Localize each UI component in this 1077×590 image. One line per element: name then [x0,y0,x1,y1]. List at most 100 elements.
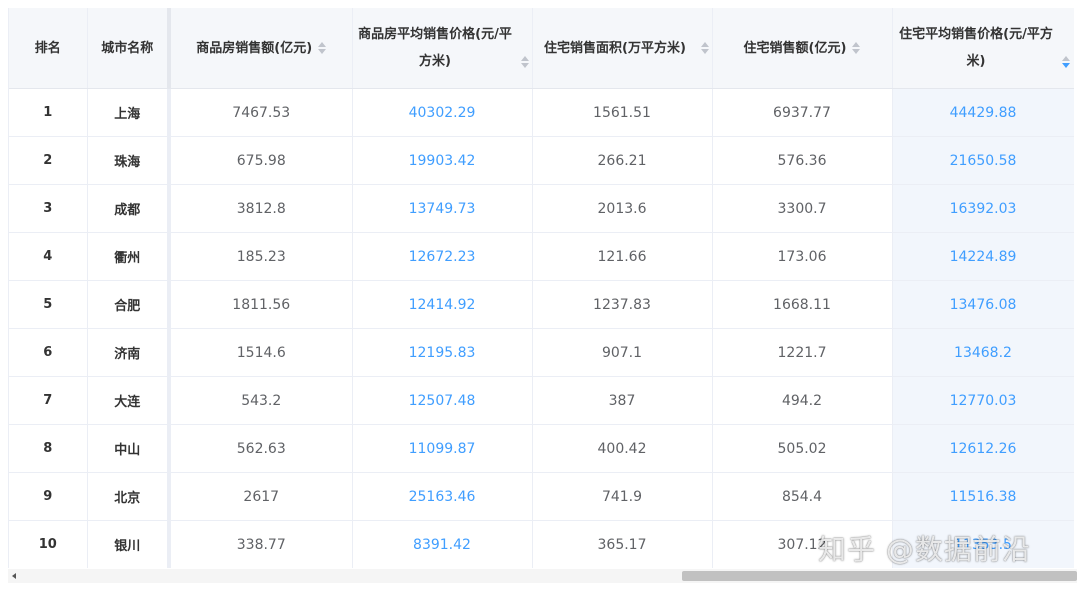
cell-commercial-avg-price[interactable]: 12672.23 [352,232,533,281]
table-row[interactable]: 3 成都 3812.8 13749.73 2013.6 3300.7 16392.03 [9,184,1074,233]
cell-commercial-sales: 2617 [169,472,353,521]
cell-residential-avg-price[interactable]: 21650.58 [892,136,1074,185]
cell-commercial-sales: 185.23 [169,232,353,281]
cell-commercial-sales: 562.63 [169,424,353,473]
cell-commercial-sales: 1514.6 [169,328,353,377]
header-label: 住宅销售额(亿元) [743,40,847,56]
cell-city: 合肥 [87,280,171,329]
header-commercial-avg-price[interactable]: 商品房平均销售价格(元/平方米) [352,8,533,89]
cell-commercial-avg-price[interactable]: 8391.42 [352,520,533,568]
header-label: 住宅销售面积(万平方米) [544,40,686,56]
header-label: 商品房平均销售价格(元/平方米) [358,27,512,69]
table-row[interactable]: 8 中山 562.63 11099.87 400.42 505.02 12612.26 [9,424,1074,473]
cell-residential-avg-price[interactable]: 16392.03 [892,184,1074,233]
cell-rank: 3 [9,184,88,233]
cell-rank: 6 [9,328,88,377]
watermark: 知乎 @数据前沿 [818,533,1031,566]
table-row[interactable]: 1 上海 7467.53 40302.29 1561.51 6937.77 44429.88 [9,88,1074,137]
cell-commercial-sales: 543.2 [169,376,353,425]
cell-residential-area: 387 [532,376,713,425]
cell-residential-area: 1561.51 [532,88,713,137]
table-row[interactable]: 9 北京 2617 25163.46 741.9 854.4 11516.38 [9,472,1074,521]
cell-residential-sales: 173.06 [712,232,893,281]
cell-residential-avg-price[interactable]: 44429.88 [892,88,1074,137]
sort-caret-icon[interactable] [1062,55,1070,68]
cell-residential-area: 2013.6 [532,184,713,233]
table-row[interactable]: 2 珠海 675.98 19903.42 266.21 576.36 21650.58 [9,136,1074,185]
cell-residential-avg-price[interactable]: 13476.08 [892,280,1074,329]
header-residential-avg-price[interactable]: 住宅平均销售价格(元/平方米) [892,8,1074,89]
cell-residential-avg-price[interactable]: 13468.2 [892,328,1074,377]
cell-rank: 4 [9,232,88,281]
cell-residential-sales: 505.02 [712,424,893,473]
cell-commercial-avg-price[interactable]: 12195.83 [352,328,533,377]
cell-rank: 8 [9,424,88,473]
cell-rank: 7 [9,376,88,425]
scrollbar-thumb[interactable] [682,571,1077,581]
cell-residential-avg-price[interactable]: 11516.38 [892,472,1074,521]
cell-residential-sales: 1221.7 [712,328,893,377]
table-header-row: 排名 城市名称 商品房销售额(亿元) 商品房平均销售价格(元/平方米) 住宅销售… [9,8,1074,89]
cell-commercial-sales: 675.98 [169,136,353,185]
header-residential-area[interactable]: 住宅销售面积(万平方米) [532,8,713,89]
header-city: 城市名称 [87,8,171,89]
cell-commercial-avg-price[interactable]: 12507.48 [352,376,533,425]
cell-commercial-avg-price[interactable]: 12414.92 [352,280,533,329]
sort-caret-icon[interactable] [318,42,327,54]
header-label: 住宅平均销售价格(元/平方米) [899,27,1053,69]
cell-residential-sales: 576.36 [712,136,893,185]
cell-residential-area: 400.42 [532,424,713,473]
cell-city: 成都 [87,184,171,233]
cell-commercial-avg-price[interactable]: 13749.73 [352,184,533,233]
cell-city: 大连 [87,376,171,425]
table-row[interactable]: 5 合肥 1811.56 12414.92 1237.83 1668.11 13476.08 [9,280,1074,329]
cell-commercial-sales: 3812.8 [169,184,353,233]
table-body: 1 上海 7467.53 40302.29 1561.51 6937.77 44429.88… [9,88,1074,568]
scroll-left-arrow-icon[interactable] [12,573,16,579]
cell-rank: 1 [9,88,88,137]
cell-residential-sales: 6937.77 [712,88,893,137]
sort-caret-icon[interactable] [701,42,709,54]
cell-city: 银川 [87,520,171,568]
cell-residential-area: 1237.83 [532,280,713,329]
table-row[interactable]: 6 济南 1514.6 12195.83 907.1 1221.7 13468.2 [9,328,1074,377]
table-row[interactable]: 4 衢州 185.23 12672.23 121.66 173.06 14224.89 [9,232,1074,281]
cell-residential-sales: 494.2 [712,376,893,425]
cell-rank: 2 [9,136,88,185]
header-label: 城市名称 [101,40,154,56]
cell-residential-avg-price[interactable]: 12612.26 [892,424,1074,473]
table-row[interactable]: 7 大连 543.2 12507.48 387 494.2 12770.03 [9,376,1074,425]
city-price-table: 排名 城市名称 商品房销售额(亿元) 商品房平均销售价格(元/平方米) 住宅销售… [9,8,1074,568]
cell-city: 上海 [87,88,171,137]
header-rank: 排名 [9,8,88,89]
cell-rank: 10 [9,520,88,568]
cell-commercial-avg-price[interactable]: 11099.87 [352,424,533,473]
cell-city: 北京 [87,472,171,521]
header-residential-sales[interactable]: 住宅销售额(亿元) [712,8,893,89]
cell-commercial-sales: 338.77 [169,520,353,568]
data-table-container: 排名 城市名称 商品房销售额(亿元) 商品房平均销售价格(元/平方米) 住宅销售… [8,8,1074,568]
header-label: 商品房销售额(亿元) [196,40,313,56]
cell-residential-sales: 3300.7 [712,184,893,233]
header-commercial-sales[interactable]: 商品房销售额(亿元) [169,8,353,89]
cell-residential-area: 266.21 [532,136,713,185]
cell-residential-area: 365.17 [532,520,713,568]
cell-city: 中山 [87,424,171,473]
cell-residential-area: 907.1 [532,328,713,377]
cell-commercial-avg-price[interactable]: 19903.42 [352,136,533,185]
sort-caret-icon[interactable] [521,55,529,68]
cell-rank: 9 [9,472,88,521]
cell-commercial-avg-price[interactable]: 25163.46 [352,472,533,521]
header-label: 排名 [34,40,61,56]
cell-commercial-avg-price[interactable]: 40302.29 [352,88,533,137]
cell-rank: 5 [9,280,88,329]
cell-residential-avg-price[interactable]: 14224.89 [892,232,1074,281]
cell-city: 珠海 [87,136,171,185]
cell-residential-area: 121.66 [532,232,713,281]
cell-city: 衢州 [87,232,171,281]
cell-residential-avg-price[interactable]: 12770.03 [892,376,1074,425]
cell-residential-area: 741.9 [532,472,713,521]
horizontal-scrollbar[interactable] [8,569,1077,583]
cell-residential-sales: 1668.11 [712,280,893,329]
sort-caret-icon[interactable] [852,42,861,54]
